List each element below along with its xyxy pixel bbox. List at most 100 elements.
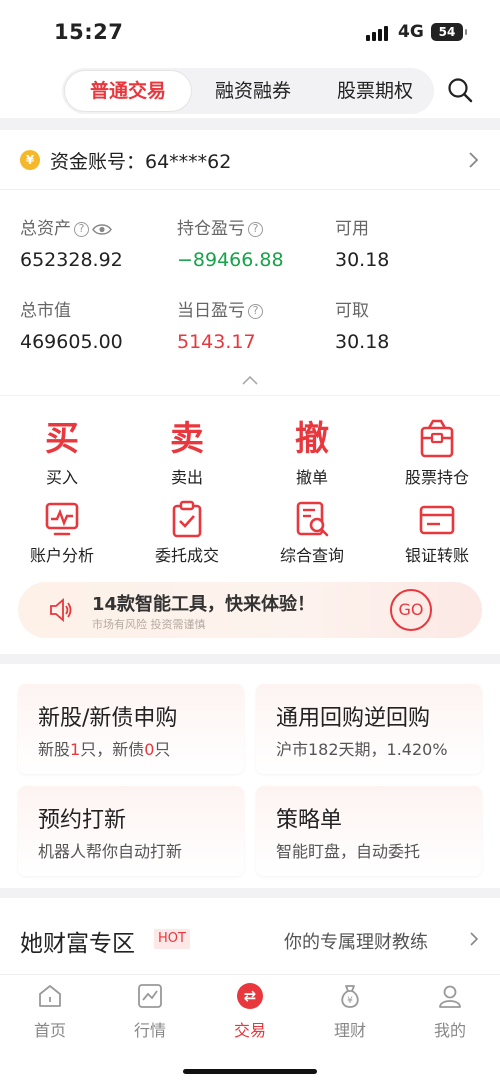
stat-value: 5143.17 xyxy=(177,331,256,353)
wealth-zone-row[interactable]: 她财富专区 HOT 你的专属理财教练 xyxy=(0,898,500,974)
help-icon[interactable]: ? xyxy=(74,221,89,237)
card-subtitle: 机器人帮你自动打新 xyxy=(38,842,183,861)
card-subtitle: 新股1只，新债0只 xyxy=(38,740,171,759)
card-title: 预约打新 xyxy=(38,808,127,833)
fn-label: 委托成交 xyxy=(154,546,219,565)
money-bag-icon: ¥ xyxy=(341,985,359,1008)
reverse-repo-card[interactable]: 通用回购逆回购 沪市182天期，1.420% xyxy=(256,684,482,774)
product-cards: 新股/新债申购 新股1只，新债0只 通用回购逆回购 沪市182天期，1.420%… xyxy=(0,664,500,888)
stat-label: 可用 xyxy=(335,219,369,239)
clipboard-check-icon xyxy=(172,500,202,538)
trade-type-tabs: 普通交易 融资融券 股票期权 xyxy=(62,68,434,114)
chart-monitor-icon xyxy=(45,502,79,536)
tab-margin-trading[interactable]: 融资融券 xyxy=(198,68,308,114)
fn-label: 卖出 xyxy=(170,468,203,487)
card-title: 新股/新债申购 xyxy=(38,706,178,731)
promo-title: 14款智能工具，快来体验！ xyxy=(92,594,316,615)
trading-screen: 15:27 4G 54 普通交易 融资融券 股票期权 ¥ 资金账号：64****… xyxy=(0,0,500,1083)
fn-label: 买入 xyxy=(45,468,78,487)
sell-button[interactable]: 卖 卖出 xyxy=(132,418,242,488)
wealth-link[interactable]: 你的专属理财教练 xyxy=(284,928,428,954)
orders-trades-button[interactable]: 委托成交 xyxy=(132,500,242,566)
ipo-subscription-card[interactable]: 新股/新债申购 新股1只，新债0只 xyxy=(18,684,244,774)
help-icon[interactable]: ? xyxy=(248,221,263,237)
promo-banner[interactable]: 14款智能工具，快来体验！ 市场有风险 投资需谨慎 GO xyxy=(18,582,482,638)
fn-label: 账户分析 xyxy=(29,546,94,565)
nav-home[interactable]: 首页 xyxy=(10,983,90,1041)
auto-ipo-card[interactable]: 预约打新 机器人帮你自动打新 xyxy=(18,786,244,876)
stat-label: 可取 xyxy=(335,301,369,321)
fn-label: 撤单 xyxy=(295,468,328,487)
help-icon[interactable]: ? xyxy=(248,303,263,319)
doc-search-icon xyxy=(296,501,329,537)
tab-normal-trade[interactable]: 普通交易 xyxy=(64,70,192,112)
stat-position-pnl: 持仓盈亏? −89466.88 xyxy=(177,214,284,271)
coin-icon: ¥ xyxy=(20,150,40,170)
function-grid: 买 买入 卖 卖出 撤 撤单 股票持仓 账户分析 委托成交 综合查询 银证转账 … xyxy=(0,396,500,654)
account-analysis-button[interactable]: 账户分析 xyxy=(7,500,117,566)
buy-button[interactable]: 买 买入 xyxy=(7,418,117,488)
nav-label: 我的 xyxy=(433,1021,466,1040)
network-label: 4G xyxy=(398,22,424,42)
sell-glyph: 卖 xyxy=(170,419,204,459)
stat-withdrawable: 可取 30.18 xyxy=(335,296,389,353)
stat-value: 652328.92 xyxy=(20,249,123,271)
card-subtitle: 沪市182天期，1.420% xyxy=(276,740,448,759)
bag-icon xyxy=(420,419,454,458)
fn-label: 股票持仓 xyxy=(404,468,469,487)
stat-value: −89466.88 xyxy=(177,249,284,271)
nav-label: 行情 xyxy=(133,1021,166,1040)
wealth-title: 她财富专区 xyxy=(20,931,135,957)
cancel-glyph: 撤 xyxy=(295,419,329,459)
bank-transfer-button[interactable]: 银证转账 xyxy=(382,500,492,566)
stat-market-value: 总市值 469605.00 xyxy=(20,296,123,353)
stat-total-assets: 总资产? 652328.92 xyxy=(20,214,123,271)
nav-market[interactable]: 行情 xyxy=(110,983,190,1041)
home-icon xyxy=(39,985,61,1007)
stat-value: 469605.00 xyxy=(20,331,123,353)
stat-label: 总资产 xyxy=(20,219,71,239)
fn-label: 综合查询 xyxy=(279,546,344,565)
account-row[interactable]: ¥ 资金账号：64****62 xyxy=(0,130,500,190)
nav-wealth[interactable]: ¥ 理财 xyxy=(310,983,390,1041)
stat-value: 30.18 xyxy=(335,331,390,353)
query-button[interactable]: 综合查询 xyxy=(257,500,367,566)
bottom-nav: 首页 行情 ⇄ 交易 ¥ 理财 我的 xyxy=(0,974,500,1083)
nav-label: 理财 xyxy=(333,1021,366,1040)
account-number: 资金账号：64****62 xyxy=(50,151,232,173)
promo-subtitle: 市场有风险 投资需谨慎 xyxy=(92,618,206,631)
nav-profile[interactable]: 我的 xyxy=(410,983,490,1041)
eye-icon[interactable] xyxy=(92,223,112,236)
market-chart-icon xyxy=(138,984,162,1008)
speaker-icon xyxy=(50,598,72,622)
strategy-order-card[interactable]: 策略单 智能盯盘，自动委托 xyxy=(256,786,482,876)
signal-icon xyxy=(366,25,392,41)
chevron-right-icon xyxy=(470,932,479,946)
stat-label: 持仓盈亏 xyxy=(177,219,245,239)
stat-label: 总市值 xyxy=(20,301,71,321)
tab-stock-options[interactable]: 股票期权 xyxy=(320,68,430,114)
battery-icon: 54 xyxy=(431,23,467,41)
stat-label: 当日盈亏 xyxy=(177,301,245,321)
go-button[interactable]: GO xyxy=(390,589,432,631)
buy-glyph: 买 xyxy=(45,419,79,459)
top-nav: 普通交易 融资融券 股票期权 xyxy=(0,64,500,118)
user-icon xyxy=(439,985,461,1008)
holdings-button[interactable]: 股票持仓 xyxy=(382,418,492,488)
stat-available: 可用 30.18 xyxy=(335,214,389,271)
card-icon xyxy=(419,505,455,535)
stat-daily-pnl: 当日盈亏? 5143.17 xyxy=(177,296,263,353)
search-icon[interactable] xyxy=(447,77,473,103)
cancel-order-button[interactable]: 撤 撤单 xyxy=(257,418,367,488)
chevron-up-icon[interactable] xyxy=(241,374,259,386)
exchange-icon: ⇄ xyxy=(237,983,263,1009)
status-bar: 15:27 4G 54 xyxy=(0,0,500,64)
nav-label: 交易 xyxy=(233,1021,266,1040)
stat-value: 30.18 xyxy=(335,249,390,271)
nav-trade[interactable]: ⇄ 交易 xyxy=(210,983,290,1041)
fn-label: 银证转账 xyxy=(404,546,469,565)
svg-text:¥: ¥ xyxy=(347,996,353,1006)
card-title: 策略单 xyxy=(276,808,343,833)
nav-label: 首页 xyxy=(33,1021,66,1040)
status-time: 15:27 xyxy=(54,20,124,44)
